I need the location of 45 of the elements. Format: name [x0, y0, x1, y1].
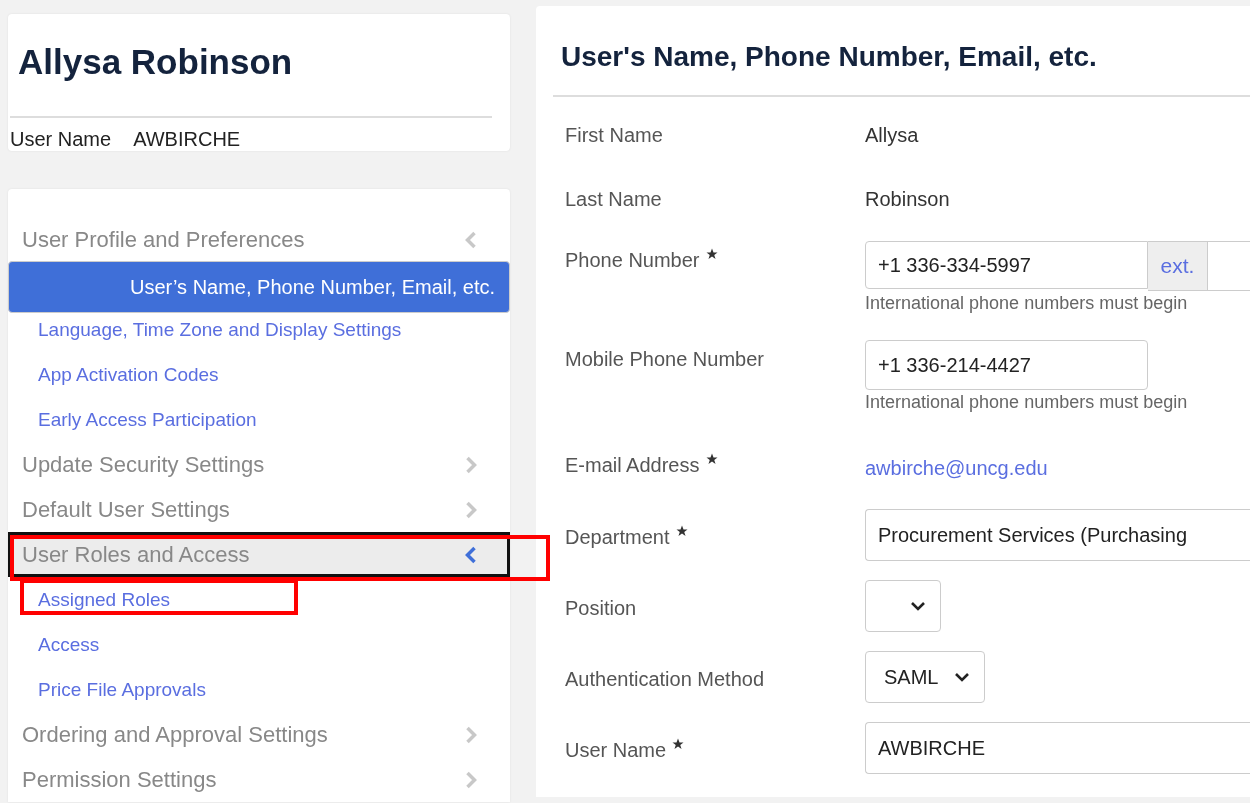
field-hint: International phone numbers must begin	[865, 392, 1189, 413]
chevron-down-icon	[954, 671, 971, 683]
nav-section[interactable]: Permission Settings	[8, 757, 510, 802]
nav-section[interactable]: User Profile and Preferences	[8, 217, 510, 262]
field-label: User Name	[565, 739, 667, 762]
user-full-name: Allysa Robinson	[17, 42, 294, 83]
user-name-label: User Name	[10, 128, 112, 151]
input-field[interactable]: Procurement Services (Purchasing	[865, 509, 1250, 561]
chevron-right-icon	[464, 725, 478, 744]
chevron-right-icon	[464, 455, 478, 474]
chevron-down-icon	[910, 600, 926, 612]
nav-link[interactable]: Early Access Participation	[8, 397, 510, 442]
chevron-right-icon	[464, 770, 478, 789]
field-value: Allysa	[865, 124, 919, 146]
chevron-left-icon	[464, 545, 478, 564]
select-field[interactable]	[865, 580, 941, 632]
email-link[interactable]: awbirche@uncg.edu	[865, 457, 1048, 479]
field-hint: International phone numbers must begin	[865, 293, 1189, 314]
field-label: First Name	[565, 124, 663, 147]
select-field[interactable]: SAML	[865, 651, 986, 703]
field-label: E-mail Address	[565, 454, 700, 477]
field-label: Department	[565, 526, 670, 549]
phone-field[interactable]: +1 336-334-5997	[865, 241, 1148, 289]
field-label: Mobile Phone Number	[565, 348, 764, 371]
nav-section[interactable]: Ordering and Approval Settings	[8, 712, 510, 757]
user-name-value: AWBIRCHE	[133, 128, 241, 151]
form-title: User's Name, Phone Number, Email, etc.	[553, 6, 1250, 97]
nav-link[interactable]: Price File Approvals	[8, 667, 510, 712]
field-label: Position	[565, 597, 637, 620]
extension-label: ext.	[1148, 241, 1208, 291]
nav-link[interactable]: App Activation Codes	[8, 352, 510, 397]
field-label: Last Name	[565, 188, 662, 211]
chevron-right-icon	[464, 500, 478, 519]
nav-link[interactable]: Assigned Roles	[8, 577, 510, 622]
field-label: Authentication Method	[565, 668, 765, 691]
nav-section[interactable]: Update Security Settings	[8, 442, 510, 487]
nav-section[interactable]: Default User Settings	[8, 487, 510, 532]
nav-link[interactable]: Access	[8, 622, 510, 667]
nav-section[interactable]: User Roles and Access	[8, 532, 510, 577]
chevron-left-icon	[464, 230, 478, 249]
nav-link[interactable]: User’s Name, Phone Number, Email, etc.	[8, 261, 510, 313]
field-value: Robinson	[865, 188, 950, 210]
input-field[interactable]: AWBIRCHE	[865, 722, 1250, 774]
field-label: Phone Number	[565, 249, 700, 272]
phone-field[interactable]: +1 336-214-4427	[865, 340, 1148, 390]
